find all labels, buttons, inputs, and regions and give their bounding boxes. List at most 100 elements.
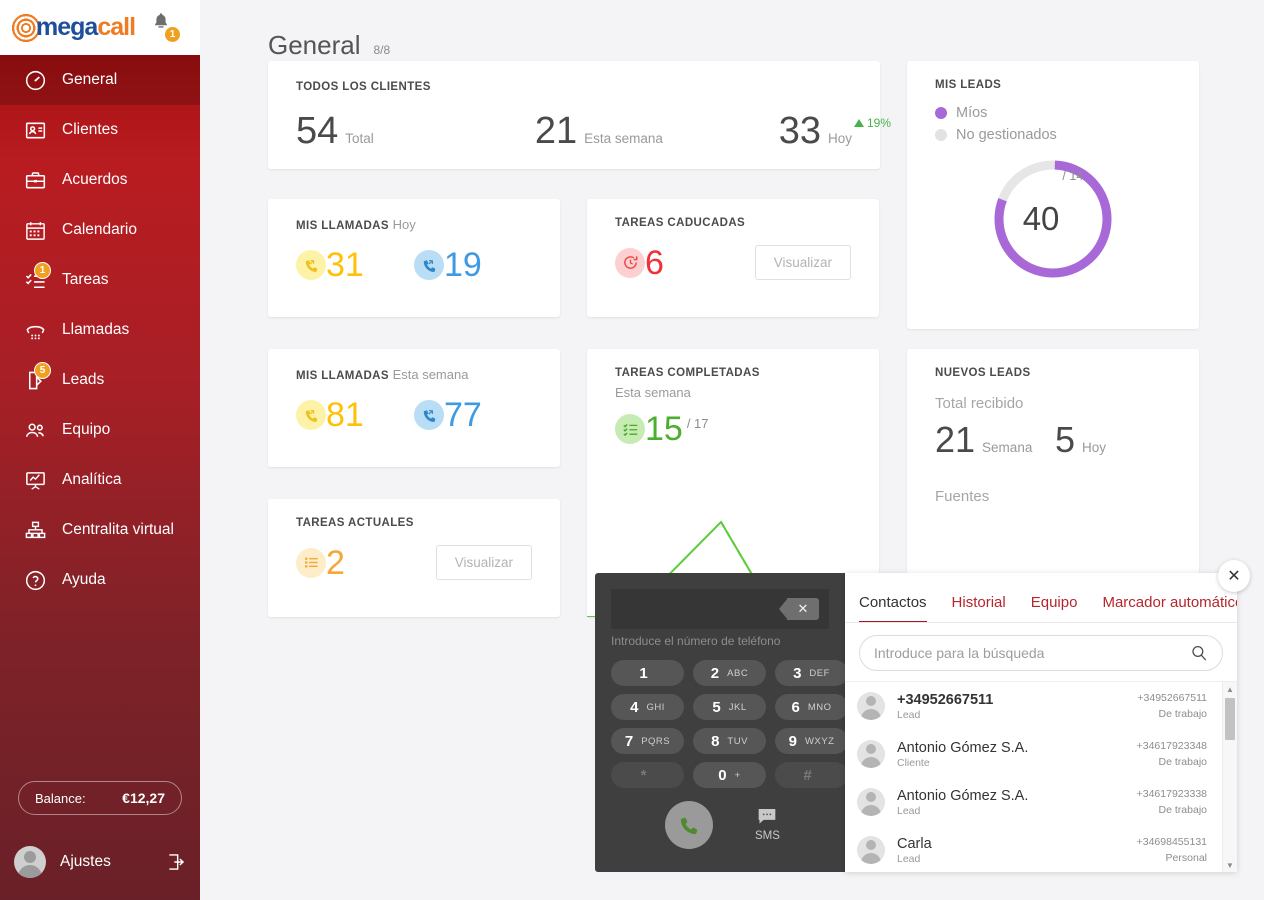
search-input[interactable] (874, 645, 1190, 661)
contact-main: Antonio Gómez S.A. Lead (897, 788, 1137, 817)
dial-key-0[interactable]: 0 + (693, 762, 766, 788)
dial-key-2[interactable]: 2 ABC (693, 660, 766, 686)
page-title: General (268, 30, 361, 60)
dial-key-4[interactable]: 4 GHI (611, 694, 684, 720)
card-subtitle: Esta semana (615, 385, 691, 400)
tasks-current-value: 2 (326, 543, 345, 582)
visualizar-button[interactable]: Visualizar (754, 245, 851, 280)
list-item[interactable]: Antonio Gómez S.A. Cliente +34617923348 … (845, 730, 1237, 778)
dial-key-5[interactable]: 5 JKL (693, 694, 766, 720)
call-button[interactable] (665, 801, 713, 849)
stat-today: 33 Hoy 19% (779, 112, 891, 150)
visualizar-button[interactable]: Visualizar (435, 545, 532, 580)
sms-button[interactable]: SMS (755, 808, 780, 842)
contact-name: +34952667511 (897, 691, 994, 708)
sidebar-item-label: General (62, 71, 118, 88)
backspace-icon[interactable]: ✕ (779, 598, 819, 620)
scroll-up-icon[interactable]: ▲ (1223, 682, 1237, 696)
chart-board-icon (22, 467, 48, 493)
legend-dot-no-gestionados (935, 129, 947, 141)
sidebar-item-label: Leads (62, 371, 105, 388)
dial-key-7[interactable]: 7 PQRS (611, 728, 684, 754)
contact-avatar (857, 692, 885, 720)
sidebar-item-centralita-virtual[interactable]: Centralita virtual (0, 505, 200, 555)
card-title: TAREAS CADUCADAS (615, 217, 746, 229)
balance-pill[interactable]: Balance: €12,27 (18, 781, 182, 815)
contact-meta: +34617923348 De trabajo (1137, 740, 1207, 768)
list-item[interactable]: +34952667511 Lead +34952667511 De trabaj… (845, 682, 1237, 730)
sidebar-item-calendario[interactable]: Calendario (0, 205, 200, 255)
contact-main: Carla Lead (897, 836, 1137, 865)
list-item[interactable]: Antonio Gómez S.A. Lead +34617923338 De … (845, 778, 1237, 826)
leads-donut-wrapper: 40 / 14 (935, 157, 1171, 281)
scrollbar-thumb[interactable] (1225, 698, 1235, 740)
sidebar-item-label: Llamadas (62, 321, 130, 338)
key-digit: * (640, 766, 647, 784)
stat-week-label: Esta semana (584, 131, 663, 146)
sidebar-item-acuerdos[interactable]: Acuerdos (0, 155, 200, 205)
sidebar-item-leads[interactable]: 5 Leads (0, 355, 200, 405)
sidebar-item-general[interactable]: General (0, 55, 200, 105)
key-digit: 9 (788, 732, 797, 750)
sidebar-item-label: Ayuda (62, 571, 106, 588)
dialer-display[interactable]: ✕ (611, 589, 829, 629)
donut-center-label: 40 / 14 (991, 157, 1115, 281)
contact-meta: +34617923338 De trabajo (1137, 788, 1207, 816)
legend-no-gestionados: No gestionados (935, 127, 1171, 143)
contact-avatar (857, 836, 885, 864)
dial-key-star[interactable]: * (611, 762, 684, 788)
stat-week-value: 21 (534, 110, 578, 152)
sidebar-item-label: Equipo (62, 421, 111, 438)
clients-stats-row: 54 Total 21 Esta semana 33 Hoy 19% (296, 110, 891, 152)
task-overdue-icon (615, 247, 645, 278)
key-digit: 7 (624, 732, 634, 750)
close-icon[interactable]: ✕ (1218, 560, 1250, 592)
sidebar-item-llamadas[interactable]: Llamadas (0, 305, 200, 355)
sidebar-item-tareas[interactable]: 1 Tareas (0, 255, 200, 305)
dial-key-3[interactable]: 3 DEF (775, 660, 848, 686)
scroll-down-icon[interactable]: ▼ (1223, 858, 1237, 872)
sidebar-item-clientes[interactable]: Clientes (0, 105, 200, 155)
tab-contactos[interactable]: Contactos (859, 594, 944, 622)
card-todos-los-clientes: TODOS LOS CLIENTES 54 Total 21 Esta sema… (268, 61, 891, 169)
logout-icon[interactable] (166, 852, 186, 872)
contact-number-type: De trabajo (1158, 804, 1207, 816)
key-digit: 5 (712, 698, 721, 716)
sidebar-item-equipo[interactable]: Equipo (0, 405, 200, 455)
list-item[interactable]: Carla Lead +34698455131 Personal (845, 826, 1237, 872)
sidebar-item-ayuda[interactable]: Ayuda (0, 555, 200, 605)
stat-semana: 21 Semana (935, 422, 1055, 458)
contact-meta: +34698455131 Personal (1137, 836, 1207, 864)
tab-historial[interactable]: Historial (952, 594, 1023, 622)
dial-key-hash[interactable]: # (775, 762, 848, 788)
tab-marcador-automatico[interactable]: Marcador automático (1102, 594, 1237, 622)
incoming-calls-value: 31 (326, 246, 364, 284)
dial-key-6[interactable]: 6 MNO (775, 694, 848, 720)
dial-key-8[interactable]: 8 TUV (693, 728, 766, 754)
sidebar-item-label: Centralita virtual (62, 521, 174, 538)
contact-number: +34617923338 (1136, 788, 1207, 800)
contacts-scrollbar[interactable]: ▲ ▼ (1222, 682, 1237, 872)
contacts-search[interactable] (859, 635, 1223, 671)
search-icon[interactable] (1190, 644, 1208, 662)
calls-row: 81 77 (296, 398, 532, 432)
door-icon: 5 (22, 362, 51, 393)
tasks-row: 2 Visualizar (296, 545, 532, 580)
key-digit: 6 (791, 698, 800, 716)
user-settings-row[interactable]: Ajustes (14, 846, 186, 878)
legend-label-mios: Míos (956, 105, 988, 121)
key-letters: PQRS (641, 735, 671, 747)
tab-equipo[interactable]: Equipo (1031, 594, 1095, 622)
dial-key-9[interactable]: 9 WXYZ (775, 728, 848, 754)
balance-amount: €12,27 (122, 790, 165, 806)
dial-key-1[interactable]: 1 (611, 660, 684, 686)
card-title: MIS LLAMADAS Esta semana (296, 367, 532, 382)
megacall-logo[interactable]: megacall (10, 11, 136, 44)
outgoing-call-icon (414, 250, 444, 280)
task-list-icon (296, 547, 326, 578)
logo-text-call: call (97, 13, 136, 41)
sms-icon (759, 809, 776, 824)
sidebar-badge-leads: 5 (34, 362, 51, 379)
sidebar-item-analitica[interactable]: Analítica (0, 455, 200, 505)
notifications-button[interactable]: 1 (152, 12, 181, 43)
